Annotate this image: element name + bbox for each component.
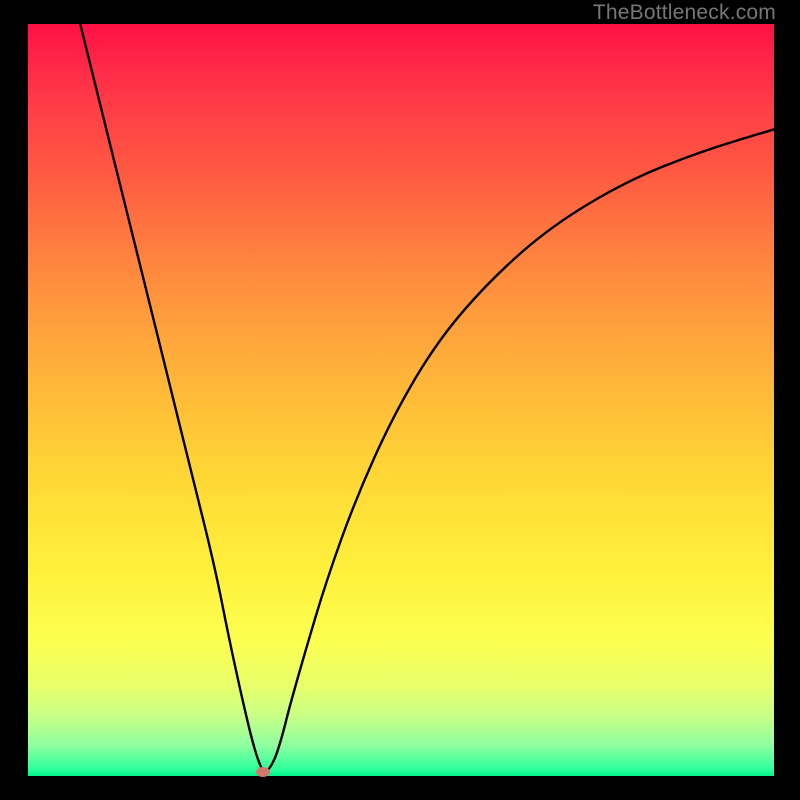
bottleneck-curve [80,24,774,772]
optimum-marker [256,767,270,777]
curve-svg [28,24,774,776]
plot-area [28,24,774,776]
watermark-text: TheBottleneck.com [593,1,776,25]
